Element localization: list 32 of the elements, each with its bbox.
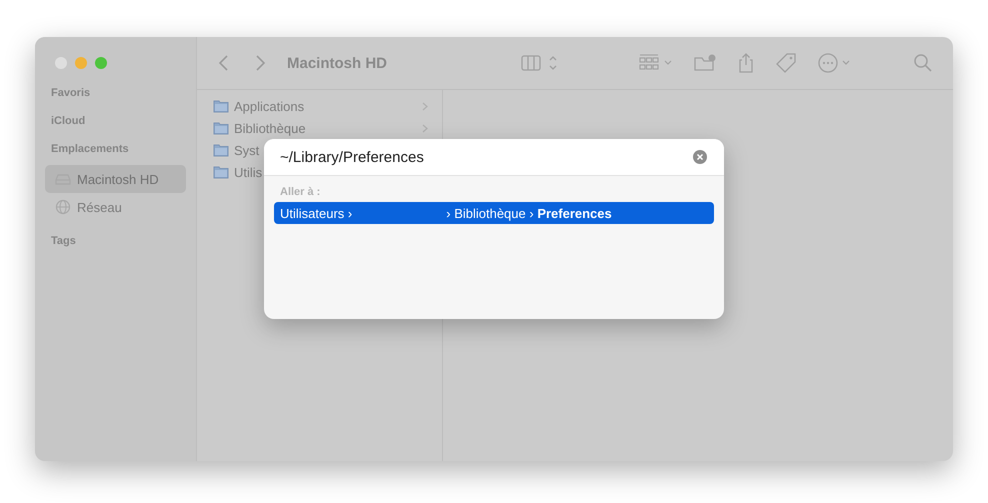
search-icon[interactable] [913, 53, 933, 73]
folder-name[interactable]: Applications [234, 98, 304, 114]
minimize-button[interactable] [75, 57, 87, 69]
column-view-icon[interactable] [521, 53, 559, 73]
folder-name[interactable]: Utilis [234, 164, 262, 180]
path-field[interactable]: ~/Library/Preferences [264, 139, 724, 176]
chevron-icon [422, 124, 428, 132]
path-label: Utilisateurs › [280, 206, 352, 220]
close-button[interactable] [55, 57, 67, 69]
folder-icon [213, 143, 229, 157]
clear-icon[interactable] [693, 150, 707, 164]
tag-icon[interactable] [775, 52, 797, 74]
sidebar-section-title: Favoris [50, 87, 92, 101]
sidebar-section-title: Tags [50, 235, 77, 249]
folder-name[interactable]: Syst [234, 142, 260, 158]
sidebar-section-title: iCloud [50, 115, 86, 129]
folder-icon [213, 99, 229, 113]
chevron-icon [422, 102, 428, 110]
sidebar-section-title: Emplacements [50, 143, 130, 157]
folder-icon [213, 121, 229, 135]
window-title: Macintosh HD [287, 54, 388, 72]
sidebar-item[interactable]: Réseau [45, 193, 186, 221]
zoom-button[interactable] [95, 57, 107, 69]
share-icon[interactable] [737, 52, 755, 74]
section-label: Aller à : [279, 185, 322, 200]
new-folder-icon[interactable] [693, 53, 717, 73]
sidebar-item[interactable]: Macintosh HD [45, 165, 186, 193]
result-row[interactable]: Utilisateurs › › Bibliothèque › Preferences [274, 202, 714, 224]
globe-icon [55, 199, 71, 215]
path-label: › Bibliothèque › Preferences [446, 206, 612, 220]
folder-icon [213, 165, 229, 179]
folder-name[interactable]: Bibliothèque [234, 120, 306, 136]
